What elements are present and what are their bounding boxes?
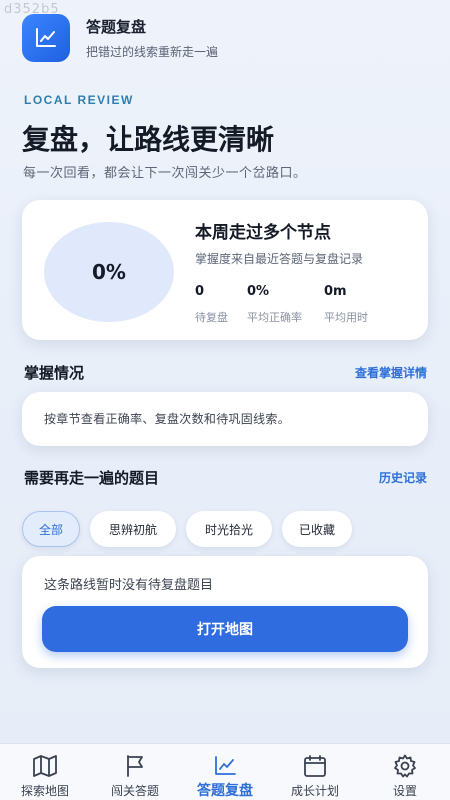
stat-label: 平均正确率 xyxy=(247,311,302,324)
chip-sibian[interactable]: 思辨初航 xyxy=(90,511,176,547)
tab-quiz[interactable]: 闯关答题 xyxy=(90,744,180,800)
tab-label: 设置 xyxy=(392,784,417,798)
chip-all[interactable]: 全部 xyxy=(22,511,80,547)
empty-state-text: 这条路线暂时没有待复盘题目 xyxy=(44,578,214,593)
app-title: 答题复盘 xyxy=(86,18,147,36)
calendar-icon xyxy=(304,755,326,777)
gear-icon xyxy=(394,754,416,778)
tab-label: 成长计划 xyxy=(290,784,339,798)
stat-value: 0% xyxy=(247,284,270,299)
history-link[interactable]: 历史记录 xyxy=(379,469,427,486)
stat-pending-review: 0 待复盘 xyxy=(195,284,228,325)
tab-settings[interactable]: 设置 xyxy=(360,744,450,800)
tab-label: 答题复盘 xyxy=(197,783,253,799)
review-section-title: 需要再走一遍的题目 xyxy=(24,469,160,487)
tab-label: 探索地图 xyxy=(20,784,69,798)
stats-description: 掌握度来自最近答题与复盘记录 xyxy=(195,252,364,266)
section-kicker: LOCAL REVIEW xyxy=(24,93,134,107)
trend-chart-icon xyxy=(22,14,70,62)
stat-avg-accuracy: 0% 平均正确率 xyxy=(247,284,302,325)
mastery-card[interactable]: 按章节查看正确率、复盘次数和待巩固线索。 xyxy=(22,392,428,446)
open-map-button[interactable]: 打开地图 xyxy=(42,606,408,652)
empty-review-card: 这条路线暂时没有待复盘题目 打开地图 xyxy=(22,556,428,668)
view-mastery-details-link[interactable]: 查看掌握详情 xyxy=(355,364,427,381)
chip-shiguang[interactable]: 时光拾光 xyxy=(186,511,272,547)
stat-avg-time: 0m 平均用时 xyxy=(324,284,368,325)
mastery-section-title: 掌握情况 xyxy=(24,364,85,382)
mastery-percent-circle: 0% xyxy=(44,222,174,322)
tab-review[interactable]: 答题复盘 xyxy=(180,744,270,800)
mastery-description: 按章节查看正确率、复盘次数和待巩固线索。 xyxy=(44,412,291,426)
tab-growth-plan[interactable]: 成长计划 xyxy=(270,744,360,800)
stat-value: 0m xyxy=(324,284,347,299)
stats-title: 本周走过多个节点 xyxy=(195,223,331,243)
tab-explore-map[interactable]: 探索地图 xyxy=(0,744,90,800)
app-subtitle: 把错过的线索重新走一遍 xyxy=(86,45,219,59)
bottom-tab-bar: 探索地图 闯关答题 答题复盘 成长计划 设置 xyxy=(0,743,450,800)
chip-favorites[interactable]: 已收藏 xyxy=(282,511,352,547)
weekly-stats-card: 0% 本周走过多个节点 掌握度来自最近答题与复盘记录 0 待复盘 0% 平均正确… xyxy=(22,200,428,340)
page-description: 每一次回看，都会让下一次闯关少一个岔路口。 xyxy=(23,166,307,181)
map-icon xyxy=(33,755,57,777)
app-header: 答题复盘 把错过的线索重新走一遍 xyxy=(22,14,218,62)
stat-value: 0 xyxy=(195,284,205,299)
stat-label: 平均用时 xyxy=(324,311,368,324)
filter-chips: 全部 思辨初航 时光拾光 已收藏 xyxy=(22,511,362,547)
stat-label: 待复盘 xyxy=(195,311,228,324)
page-title: 复盘，让路线更清晰 xyxy=(22,123,275,156)
tab-label: 闯关答题 xyxy=(110,784,159,798)
flag-icon xyxy=(127,755,143,777)
trend-chart-icon xyxy=(215,756,236,775)
